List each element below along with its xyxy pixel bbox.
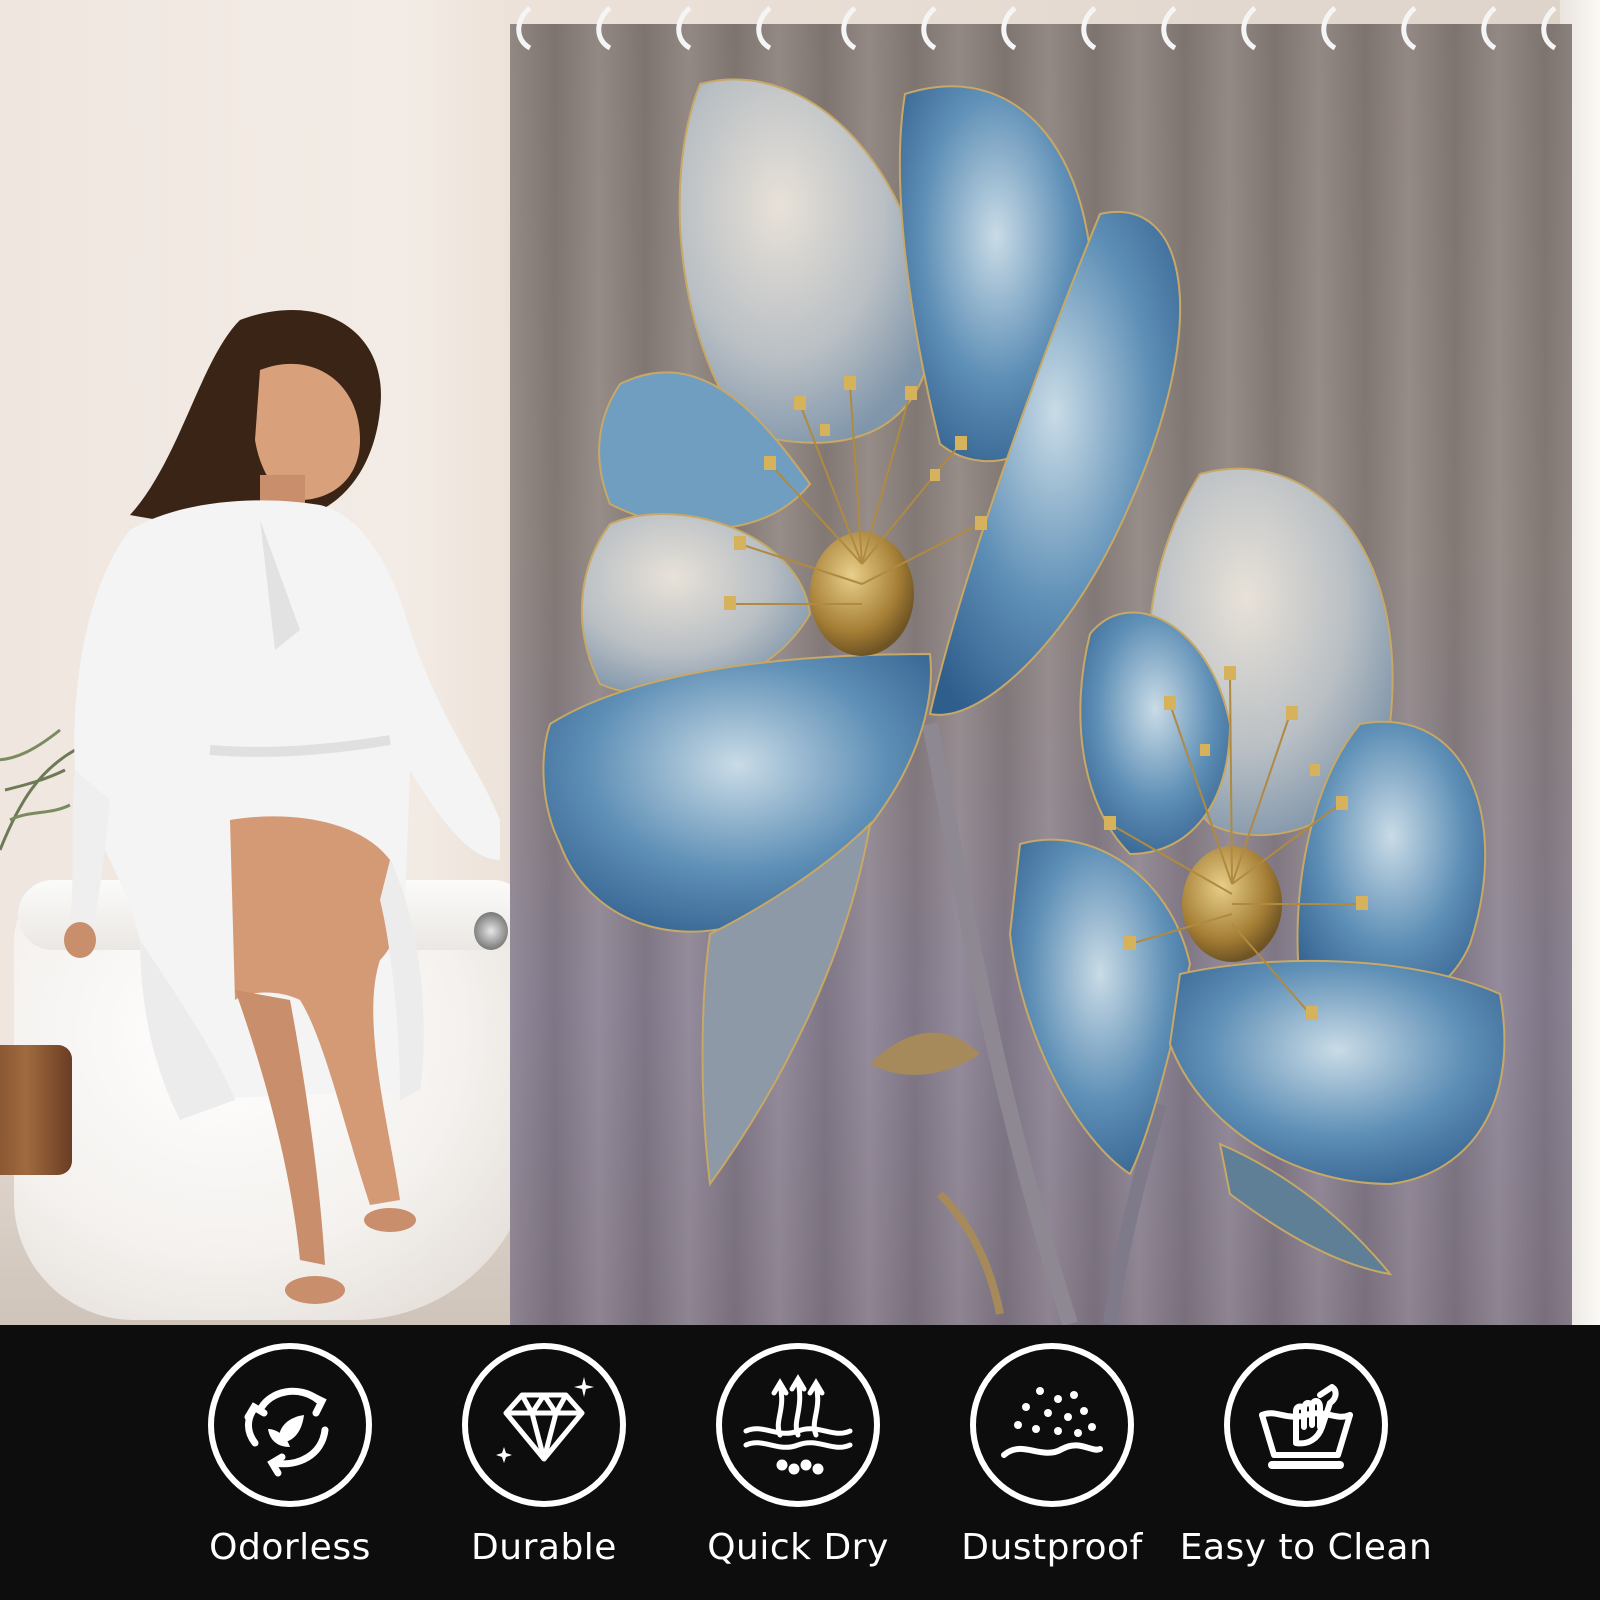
feature-odorless: Odorless: [160, 1343, 420, 1588]
dust-icon: [970, 1343, 1134, 1507]
product-image: Odorless Durable Quick Dry Dustproof Eas…: [0, 0, 1600, 1600]
diamond-icon: [462, 1343, 626, 1507]
feature-dustproof: Dustproof: [922, 1343, 1182, 1588]
feature-label: Odorless: [209, 1527, 371, 1568]
feature-label: Durable: [471, 1527, 617, 1568]
feature-durable: Durable: [414, 1343, 674, 1588]
hand-wash-icon: [1224, 1343, 1388, 1507]
feature-quick-dry: Quick Dry: [668, 1343, 928, 1588]
woman-in-bathrobe: [64, 310, 500, 1304]
floral-print: [542, 78, 1506, 1325]
recycle-leaf-icon: [208, 1343, 372, 1507]
feature-list: Odorless Durable Quick Dry Dustproof Eas…: [0, 1325, 1600, 1600]
curtain-hooks: [516, 6, 1557, 51]
feature-label: Quick Dry: [707, 1527, 889, 1568]
shower-curtain: [510, 24, 1572, 1325]
feature-label: Dustproof: [961, 1527, 1143, 1568]
quick-dry-icon: [716, 1343, 880, 1507]
feature-easy-to-clean: Easy to Clean: [1176, 1343, 1436, 1588]
feature-band: Odorless Durable Quick Dry Dustproof Eas…: [0, 1325, 1600, 1600]
feature-label: Easy to Clean: [1179, 1527, 1433, 1568]
